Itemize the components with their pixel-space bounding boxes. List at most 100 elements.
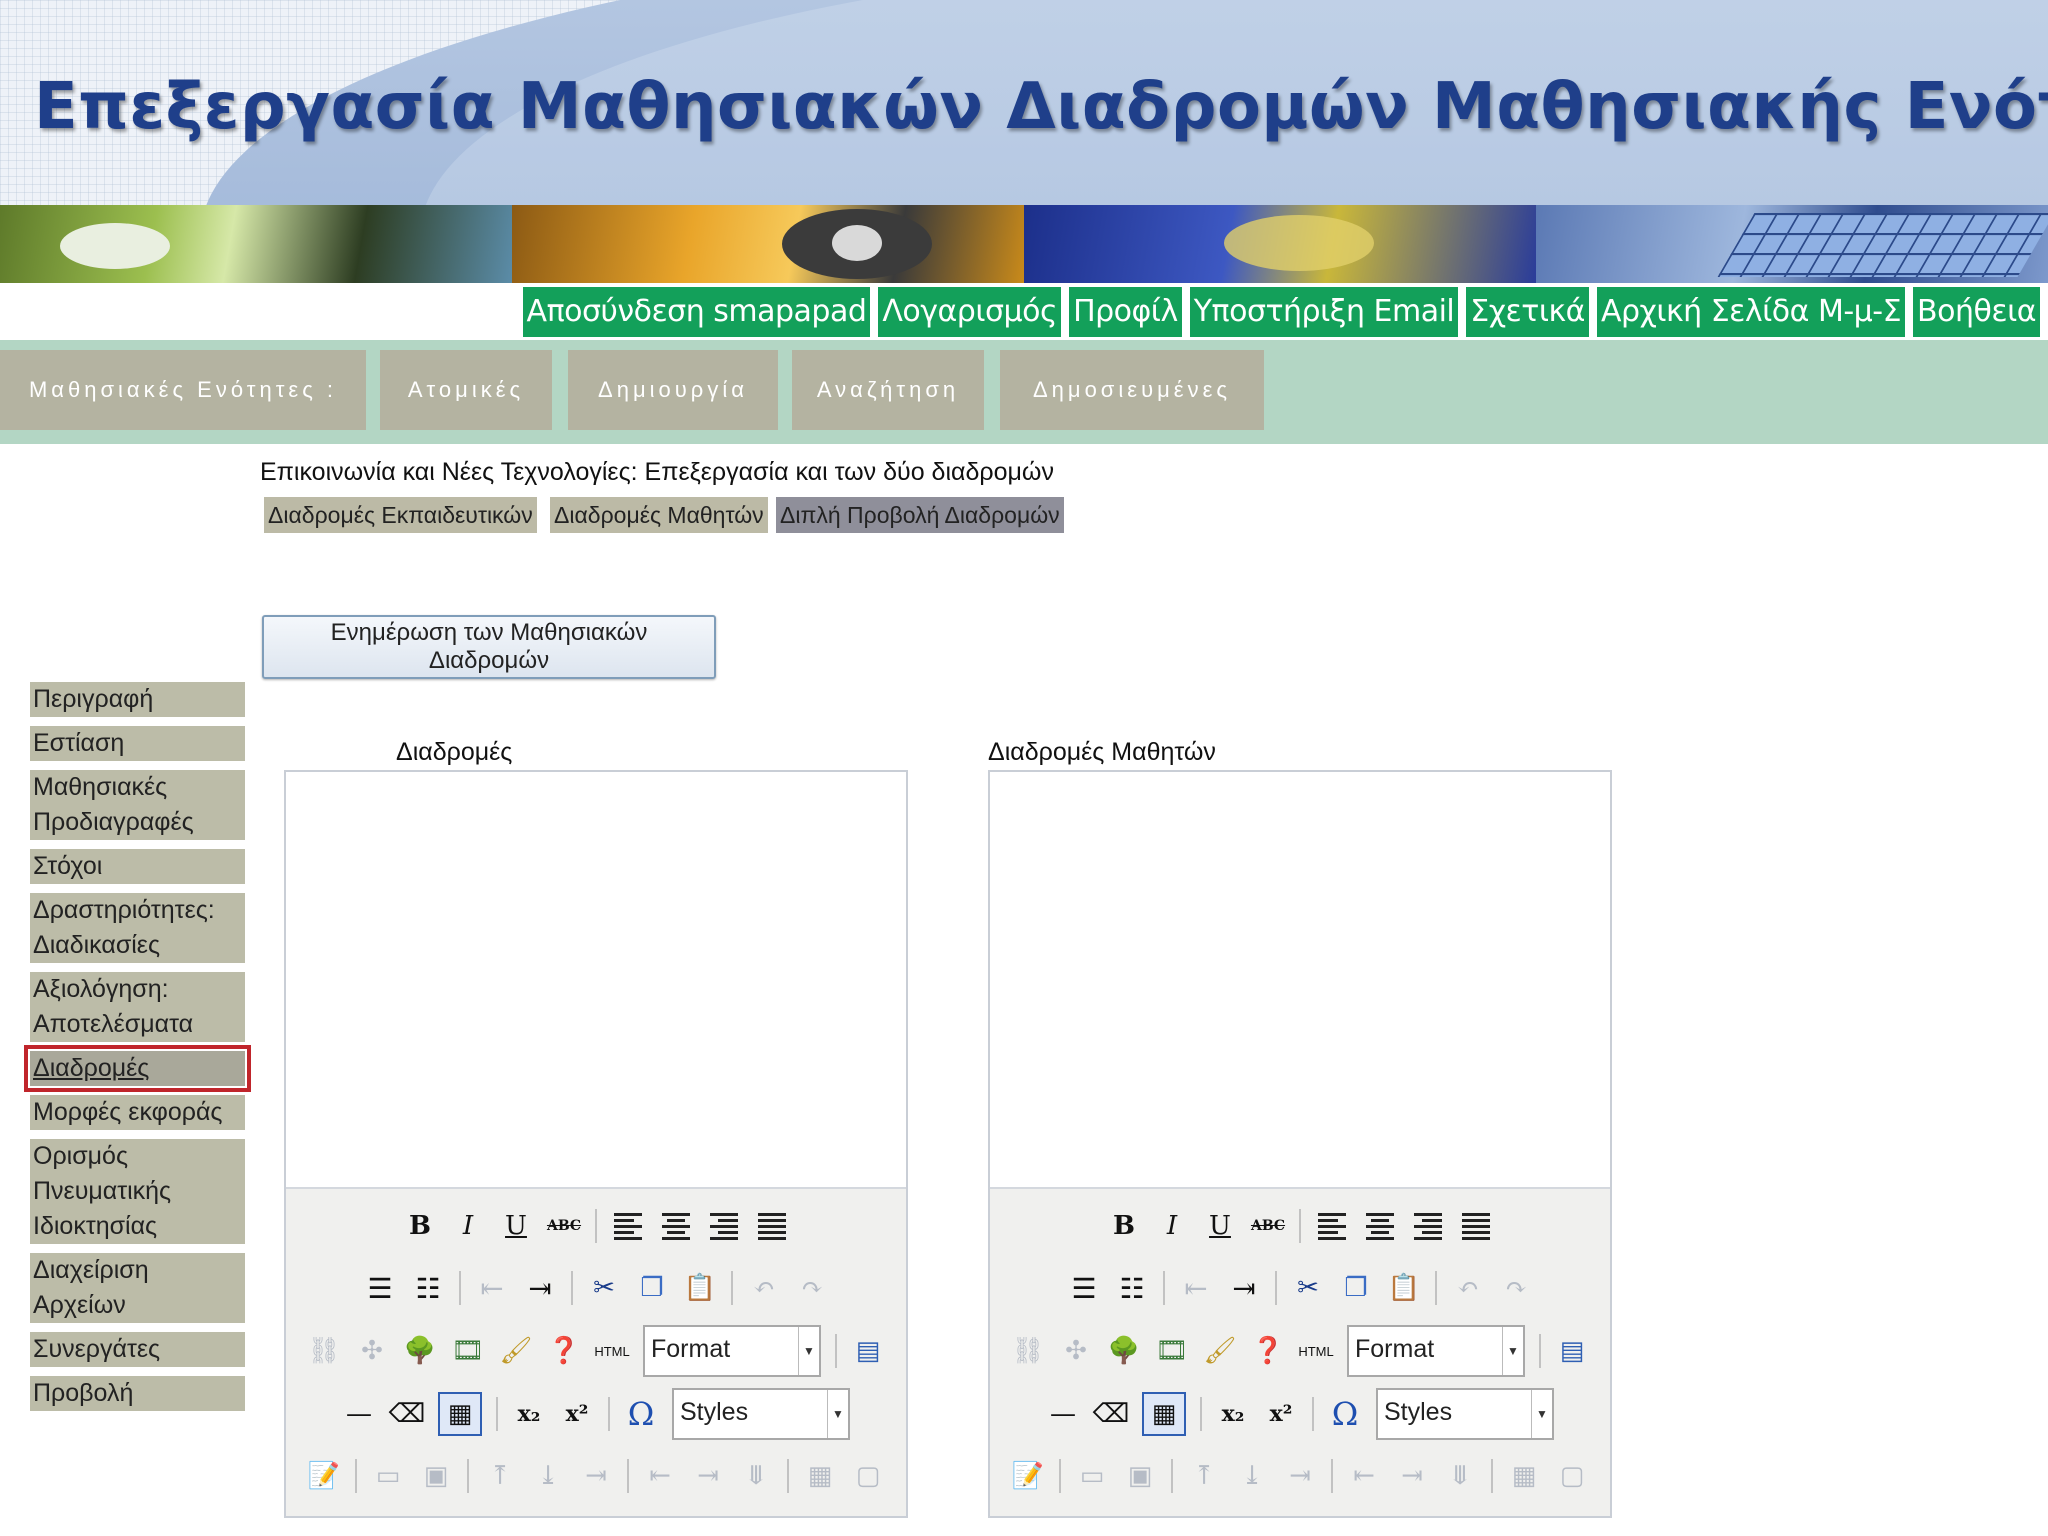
tab-personal[interactable]: Ατομικές (380, 350, 552, 430)
align-left-icon[interactable] (1315, 1209, 1349, 1243)
help-link[interactable]: Βοήθεια (1913, 287, 2040, 337)
delete-col-icon[interactable]: ⤋ (1443, 1459, 1477, 1493)
sidebar-item-goals[interactable]: Στόχοι (30, 849, 245, 884)
tab-learning-units[interactable]: Μαθησιακές Ενότητες : (0, 350, 366, 430)
superscript-icon[interactable]: x² (560, 1397, 594, 1431)
subscript-icon[interactable]: x₂ (1216, 1397, 1250, 1431)
link-icon[interactable]: ⛓ (307, 1334, 341, 1368)
sidebar-item-collaborators[interactable]: Συνεργάτες (30, 1332, 245, 1367)
align-right-icon[interactable] (1411, 1209, 1445, 1243)
about-link[interactable]: Σχετικά (1466, 287, 1589, 337)
sidebar-item-paths[interactable]: Διαδρομές (24, 1045, 251, 1092)
align-center-icon[interactable] (659, 1209, 693, 1243)
cleanup-icon[interactable]: 🖌 (499, 1334, 533, 1368)
copy-icon[interactable]: ❐ (1339, 1271, 1373, 1305)
insert-col-before-icon[interactable]: ⇤ (643, 1459, 677, 1493)
outdent-icon[interactable]: ⇤ (1179, 1271, 1213, 1305)
bold-icon[interactable]: B (403, 1209, 437, 1243)
insert-row-before-icon[interactable]: ⤒ (483, 1459, 517, 1493)
styles-select[interactable]: Styles ▼ (1376, 1388, 1554, 1440)
sidebar-item-assessment[interactable]: Αξιολόγηση: Αποτελέσματα (30, 972, 245, 1042)
numbered-list-icon[interactable]: ☷ (411, 1271, 445, 1305)
align-center-icon[interactable] (1363, 1209, 1397, 1243)
horizontal-rule-icon[interactable]: — (1046, 1397, 1080, 1431)
bold-icon[interactable]: B (1107, 1209, 1141, 1243)
fullscreen-icon[interactable]: ▤ (1555, 1334, 1589, 1368)
numbered-list-icon[interactable]: ☷ (1115, 1271, 1149, 1305)
account-link[interactable]: Λογαρισμός (878, 287, 1062, 337)
styles-select[interactable]: Styles ▼ (672, 1388, 850, 1440)
paste-icon[interactable]: 📋 (1387, 1271, 1421, 1305)
italic-icon[interactable]: I (1155, 1209, 1189, 1243)
media-icon[interactable]: 🎞 (451, 1334, 485, 1368)
eraser-icon[interactable]: ⌫ (389, 1397, 426, 1431)
insert-row-after-icon[interactable]: ⤓ (1235, 1459, 1269, 1493)
delete-row-icon[interactable]: ⇥ (1283, 1459, 1317, 1493)
html-source-icon[interactable]: HTML (1298, 1334, 1333, 1368)
strikethrough-icon[interactable]: ABC (1251, 1209, 1285, 1243)
sidebar-item-preview[interactable]: Προβολή (30, 1376, 245, 1411)
view-tab-dual-view[interactable]: Διπλή Προβολή Διαδρομών (776, 497, 1064, 533)
student-paths-editor-text-area[interactable] (990, 772, 1610, 1189)
sidebar-item-description[interactable]: Περιγραφή (30, 682, 245, 717)
insert-row-before-icon[interactable]: ⤒ (1187, 1459, 1221, 1493)
sidebar-item-focus[interactable]: Εστίαση (30, 726, 245, 761)
sidebar-item-activities[interactable]: Δραστηριότητες: Διαδικασίες (30, 893, 245, 963)
sidebar-item-file-management[interactable]: Διαχείριση Αρχείων (30, 1253, 245, 1323)
image-icon[interactable]: 🌳 (1107, 1334, 1141, 1368)
bullet-list-icon[interactable]: ☰ (363, 1271, 397, 1305)
superscript-icon[interactable]: x² (1264, 1397, 1298, 1431)
insert-col-after-icon[interactable]: ⇥ (1395, 1459, 1429, 1493)
special-char-icon[interactable]: Ω (624, 1395, 658, 1433)
cell-props-icon[interactable]: ▣ (1123, 1459, 1157, 1493)
cut-icon[interactable]: ✂ (1291, 1271, 1325, 1305)
bullet-list-icon[interactable]: ☰ (1067, 1271, 1101, 1305)
strikethrough-icon[interactable]: ABC (547, 1209, 581, 1243)
justify-icon[interactable] (755, 1209, 789, 1243)
html-source-icon[interactable]: HTML (594, 1334, 629, 1368)
redo-icon[interactable]: ↷ (1499, 1271, 1533, 1305)
paths-editor-text-area[interactable] (286, 772, 906, 1189)
tab-create[interactable]: Δημιουργία (568, 350, 778, 430)
subscript-icon[interactable]: x₂ (512, 1397, 546, 1431)
undo-icon[interactable]: ↶ (1451, 1271, 1485, 1305)
media-icon[interactable]: 🎞 (1155, 1334, 1189, 1368)
email-support-link[interactable]: Υποστήριξη Email (1189, 287, 1459, 337)
profile-link[interactable]: Προφίλ (1069, 287, 1182, 337)
redo-icon[interactable]: ↷ (795, 1271, 829, 1305)
view-tab-student-paths[interactable]: Διαδρομές Μαθητών (550, 497, 768, 533)
insert-row-after-icon[interactable]: ⤓ (531, 1459, 565, 1493)
image-icon[interactable]: 🌳 (403, 1334, 437, 1368)
underline-icon[interactable]: U (499, 1209, 533, 1243)
eraser-icon[interactable]: ⌫ (1093, 1397, 1130, 1431)
split-cells-icon[interactable]: ▦ (803, 1459, 837, 1493)
edit-properties-icon[interactable]: 📝 (1011, 1459, 1045, 1493)
tab-search[interactable]: Αναζήτηση (792, 350, 984, 430)
justify-icon[interactable] (1459, 1209, 1493, 1243)
table-grid-icon[interactable]: ▦ (1142, 1392, 1186, 1436)
home-link[interactable]: Αρχική Σελίδα Μ-μ-Σ (1596, 287, 1906, 337)
sidebar-item-expression-forms[interactable]: Μορφές εκφοράς (30, 1095, 245, 1130)
insert-col-before-icon[interactable]: ⇤ (1347, 1459, 1381, 1493)
view-tab-teacher-paths[interactable]: Διαδρομές Εκπαιδευτικών (264, 497, 537, 533)
link-icon[interactable]: ⛓ (1011, 1334, 1045, 1368)
outdent-icon[interactable]: ⇤ (475, 1271, 509, 1305)
delete-row-icon[interactable]: ⇥ (579, 1459, 613, 1493)
paste-icon[interactable]: 📋 (683, 1271, 717, 1305)
cleanup-icon[interactable]: 🖌 (1203, 1334, 1237, 1368)
fullscreen-icon[interactable]: ▤ (851, 1334, 885, 1368)
merge-cells-icon[interactable]: ▢ (851, 1459, 885, 1493)
align-right-icon[interactable] (707, 1209, 741, 1243)
undo-icon[interactable]: ↶ (747, 1271, 781, 1305)
cut-icon[interactable]: ✂ (587, 1271, 621, 1305)
insert-col-after-icon[interactable]: ⇥ (691, 1459, 725, 1493)
delete-col-icon[interactable]: ⤋ (739, 1459, 773, 1493)
horizontal-rule-icon[interactable]: — (342, 1397, 376, 1431)
tab-published[interactable]: Δημοσιευμένες (1000, 350, 1264, 430)
format-select[interactable]: Format ▼ (1347, 1325, 1525, 1377)
sidebar-item-copyright[interactable]: Ορισμός Πνευματικής Ιδιοκτησίας (30, 1139, 245, 1244)
underline-icon[interactable]: U (1203, 1209, 1237, 1243)
format-select[interactable]: Format ▼ (643, 1325, 821, 1377)
indent-icon[interactable]: ⇥ (523, 1271, 557, 1305)
unlink-icon[interactable]: ✣ (355, 1334, 389, 1368)
